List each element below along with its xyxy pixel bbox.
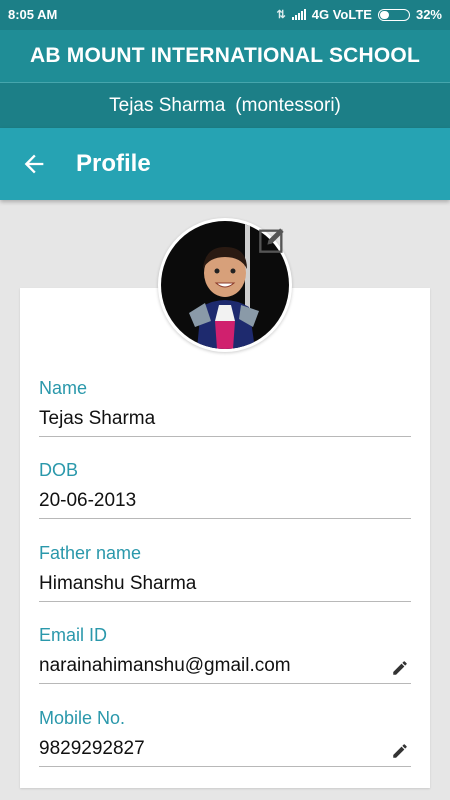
field-label: Email ID xyxy=(39,625,108,645)
field-label: Name xyxy=(39,378,88,398)
battery-percent: 32% xyxy=(415,7,442,22)
field-name: Name Tejas Sharma xyxy=(39,378,411,437)
field-mobile[interactable]: Mobile No. 9829292827 xyxy=(39,708,411,767)
field-value: Himanshu Sharma xyxy=(39,573,197,594)
school-name-bar: AB MOUNT INTERNATIONAL SCHOOL xyxy=(0,30,450,82)
student-class: (montessori) xyxy=(235,94,341,116)
signal-icon xyxy=(291,9,306,20)
field-label: Father name xyxy=(39,543,142,563)
field-value[interactable]: narainahimanshu@gmail.com xyxy=(39,655,411,683)
status-time: 8:05 AM xyxy=(8,7,58,22)
field-dob: DOB 20-06-2013 xyxy=(39,460,411,519)
field-email[interactable]: Email ID narainahimanshu@gmail.com xyxy=(39,625,411,684)
field-label: Mobile No. xyxy=(39,708,126,728)
edit-photo-icon[interactable] xyxy=(258,226,286,254)
app-bar: Profile xyxy=(0,128,450,200)
back-arrow-icon[interactable] xyxy=(20,150,48,178)
page-title: Profile xyxy=(76,150,151,177)
field-value: 20-06-2013 xyxy=(39,490,137,511)
network-type: 4G VoLTE xyxy=(311,7,372,22)
battery-icon xyxy=(377,8,410,21)
status-indicators: ⇅ 4G VoLTE 32% xyxy=(277,7,442,22)
status-bar: 8:05 AM ⇅ 4G VoLTE 32% xyxy=(0,0,450,30)
data-transfer-icon: ⇅ xyxy=(276,9,286,21)
field-value[interactable]: 9829292827 xyxy=(39,738,411,766)
edit-mobile-icon[interactable] xyxy=(391,742,409,760)
student-bar[interactable]: Tejas Sharma (montessori) xyxy=(0,82,450,128)
school-name: AB MOUNT INTERNATIONAL SCHOOL xyxy=(29,44,420,67)
field-father-name: Father name Himanshu Sharma xyxy=(39,543,411,602)
edit-email-icon[interactable] xyxy=(391,659,409,677)
field-value: Tejas Sharma xyxy=(39,408,156,429)
student-name: Tejas Sharma xyxy=(109,94,226,116)
field-label: DOB xyxy=(39,460,79,480)
